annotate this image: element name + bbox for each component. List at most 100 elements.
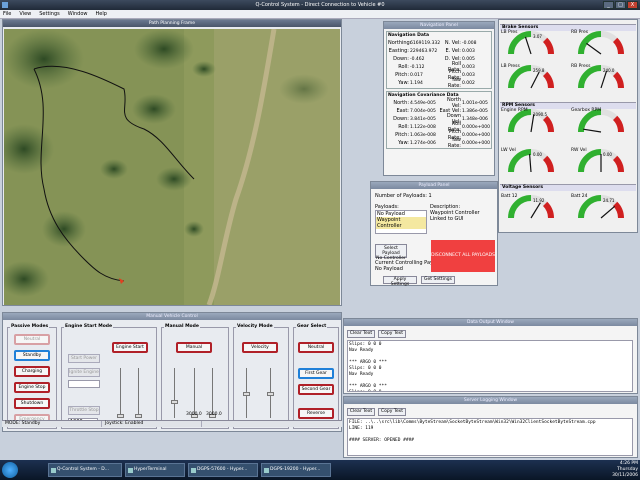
passive-modes-group: Passive Modes Neutral Standby Charging E…	[7, 324, 57, 429]
nav-data-title: Navigation Data	[388, 33, 430, 38]
minimize-button[interactable]: _	[603, 1, 614, 9]
cov-row: North: 4.549e-005 North Vel: 1.001e-005	[388, 97, 490, 109]
clock[interactable]: 4:26 PM Thursday 30/11/2006	[612, 461, 638, 479]
list-item[interactable]: Waypoint Controller	[376, 217, 426, 229]
gauge-red-band	[542, 37, 554, 55]
turn-rate-knob[interactable]	[267, 392, 274, 396]
num-payloads-label: Number of Payloads: 1	[375, 193, 432, 199]
status-bar: MODE: Standby Joystick: Enabled	[2, 420, 342, 427]
ignite-engine-button[interactable]: Ignite Engine	[68, 368, 100, 377]
gauge-neutral-band	[600, 31, 618, 43]
nav-value: 0.005	[462, 56, 475, 62]
gauge-label: RW Vel	[571, 148, 587, 153]
engine-stop-button[interactable]: Engine Stop	[14, 382, 50, 393]
gauge-value: 11.92	[533, 198, 545, 203]
gauge-value: 1090.5	[533, 112, 547, 117]
get-settings-button[interactable]: Get Settings	[421, 276, 455, 284]
choke-slider-knob[interactable]	[135, 414, 142, 418]
copy-text-button[interactable]: Copy Text	[378, 330, 406, 338]
data-output-window: Data Output Window Clear Text Copy Text …	[343, 318, 638, 394]
menu-help[interactable]: Help	[95, 10, 106, 18]
lb-track[interactable]	[194, 368, 195, 418]
terminal-icon	[264, 468, 269, 473]
rb-track[interactable]	[212, 368, 213, 418]
manual-button[interactable]: Manual	[176, 342, 212, 353]
gauge-label: LW Vel	[501, 148, 516, 153]
taskbar-item-label: Q-Control System - D...	[57, 467, 110, 472]
maximize-button[interactable]: □	[615, 1, 626, 9]
gauge-label: Batt 24	[571, 194, 588, 199]
gauge-red-band	[542, 155, 554, 173]
throttle-stop-button[interactable]: Throttle Stop	[68, 406, 100, 415]
second-gear-button[interactable]: Second Gear	[298, 384, 334, 395]
manual-throttle-track[interactable]	[174, 368, 175, 418]
payload-title: Payload Panel	[371, 182, 497, 189]
first-gear-button[interactable]: First Gear	[298, 368, 334, 379]
start-power-button[interactable]: Start Power	[68, 354, 100, 363]
navigation-panel: Navigation Panel Navigation Data Northin…	[383, 21, 495, 176]
taskbar-item[interactable]: HyperTerminal	[125, 463, 185, 477]
nav-data-group: Navigation Data Northing: 6169119.332 N. V…	[386, 31, 492, 89]
gauge-label: RB Press	[571, 64, 591, 69]
taskbar-item[interactable]: DGPS-19200 - Hyper...	[261, 463, 331, 477]
disconnect-all-button[interactable]: DISCONNECT ALL PAYLOADS	[431, 240, 495, 272]
shutdown-button[interactable]: Shutdown	[14, 398, 50, 409]
gauge-red-band	[612, 115, 624, 133]
start-button[interactable]	[2, 462, 18, 478]
cov-label: Yaw Rate:	[447, 137, 461, 149]
velocity-knob[interactable]	[243, 392, 250, 396]
engine-start-group: Engine Start Mode Start Power Ignite Eng…	[61, 324, 157, 429]
terminal-icon	[128, 468, 133, 473]
vehicle-control-panel: Manual Vehicle Control Passive Modes Neu…	[2, 312, 342, 432]
manual-throttle-knob[interactable]	[171, 400, 178, 404]
menu-settings[interactable]: Settings	[39, 10, 60, 18]
server-log-title: Server Logging Window	[344, 397, 637, 404]
cov-value: 1.348e-006	[462, 116, 488, 122]
nav-label: N. Vel:	[444, 40, 461, 46]
joystick-status: Joystick: Enabled	[102, 421, 202, 427]
reverse-button[interactable]: Reverse	[298, 408, 334, 419]
clear-text-button[interactable]: Clear Text	[347, 330, 375, 338]
gear-select-group: Gear Select Neutral First Gear Second Ge…	[293, 324, 339, 429]
throttle-slider-knob[interactable]	[117, 414, 124, 418]
copy-log-button[interactable]: Copy Text	[378, 408, 406, 416]
gauge-needle	[528, 154, 532, 173]
server-log-text[interactable]: FILE: ..\..\src\lib\Comms\ByteStream\Soc…	[347, 418, 633, 456]
payload-list[interactable]: No Payload Waypoint Controller	[375, 210, 427, 234]
gauge-green-band	[578, 195, 602, 219]
taskbar: Q-Control System - D... HyperTerminal DG…	[0, 460, 640, 480]
menu-view[interactable]: View	[19, 10, 31, 18]
data-output-text[interactable]: Slips: 0 0 0 Nav Ready *** ARGO 0 *** Sl…	[347, 340, 633, 392]
nav-value: 0.003	[462, 48, 475, 54]
gauge-value: 3.07	[533, 34, 542, 39]
satellite-map[interactable]	[4, 29, 340, 305]
taskbar-item-label: DGPS-19200 - Hyper...	[270, 467, 321, 472]
apply-settings-button[interactable]: Apply Settings	[383, 276, 417, 287]
engine-start-button[interactable]: Engine Start	[112, 342, 148, 353]
nav-label: Down:	[393, 56, 409, 62]
throttle-slider-track[interactable]	[120, 368, 121, 418]
standby-button[interactable]: Standby	[14, 350, 50, 361]
cov-value: 1.063e-008	[410, 132, 436, 138]
charging-button[interactable]: Charging	[14, 366, 50, 377]
choke-slider-track[interactable]	[138, 368, 139, 418]
taskbar-item[interactable]: Q-Control System - D...	[48, 463, 122, 477]
velocity-button[interactable]: Velocity	[242, 342, 278, 353]
gauge-label: LB Pres	[501, 30, 518, 35]
cov-label: Pitch:	[395, 132, 409, 138]
menu-bar: File View Settings Window Help	[0, 10, 640, 19]
nav-label: Northing:	[388, 40, 412, 46]
gear-neutral-button[interactable]: Neutral	[298, 342, 334, 353]
cov-value: 4.549e-005	[410, 100, 436, 106]
clear-log-button[interactable]: Clear Text	[347, 408, 375, 416]
velocity-mode-group: Velocity Mode Velocity Velocity Turn Rat…	[233, 324, 289, 429]
neutral-mode-button[interactable]: Neutral	[14, 334, 50, 345]
taskbar-item[interactable]: DGPS-57600 - Hyper...	[188, 463, 258, 477]
gauge-needle	[600, 70, 608, 89]
close-button[interactable]: X	[627, 1, 638, 9]
menu-file[interactable]: File	[3, 10, 11, 18]
cov-label: Down:	[393, 116, 409, 122]
menu-window[interactable]: Window	[68, 10, 88, 18]
engine-stepper[interactable]	[68, 380, 100, 388]
select-payload-button[interactable]: Select Payload No Controller	[375, 244, 407, 261]
